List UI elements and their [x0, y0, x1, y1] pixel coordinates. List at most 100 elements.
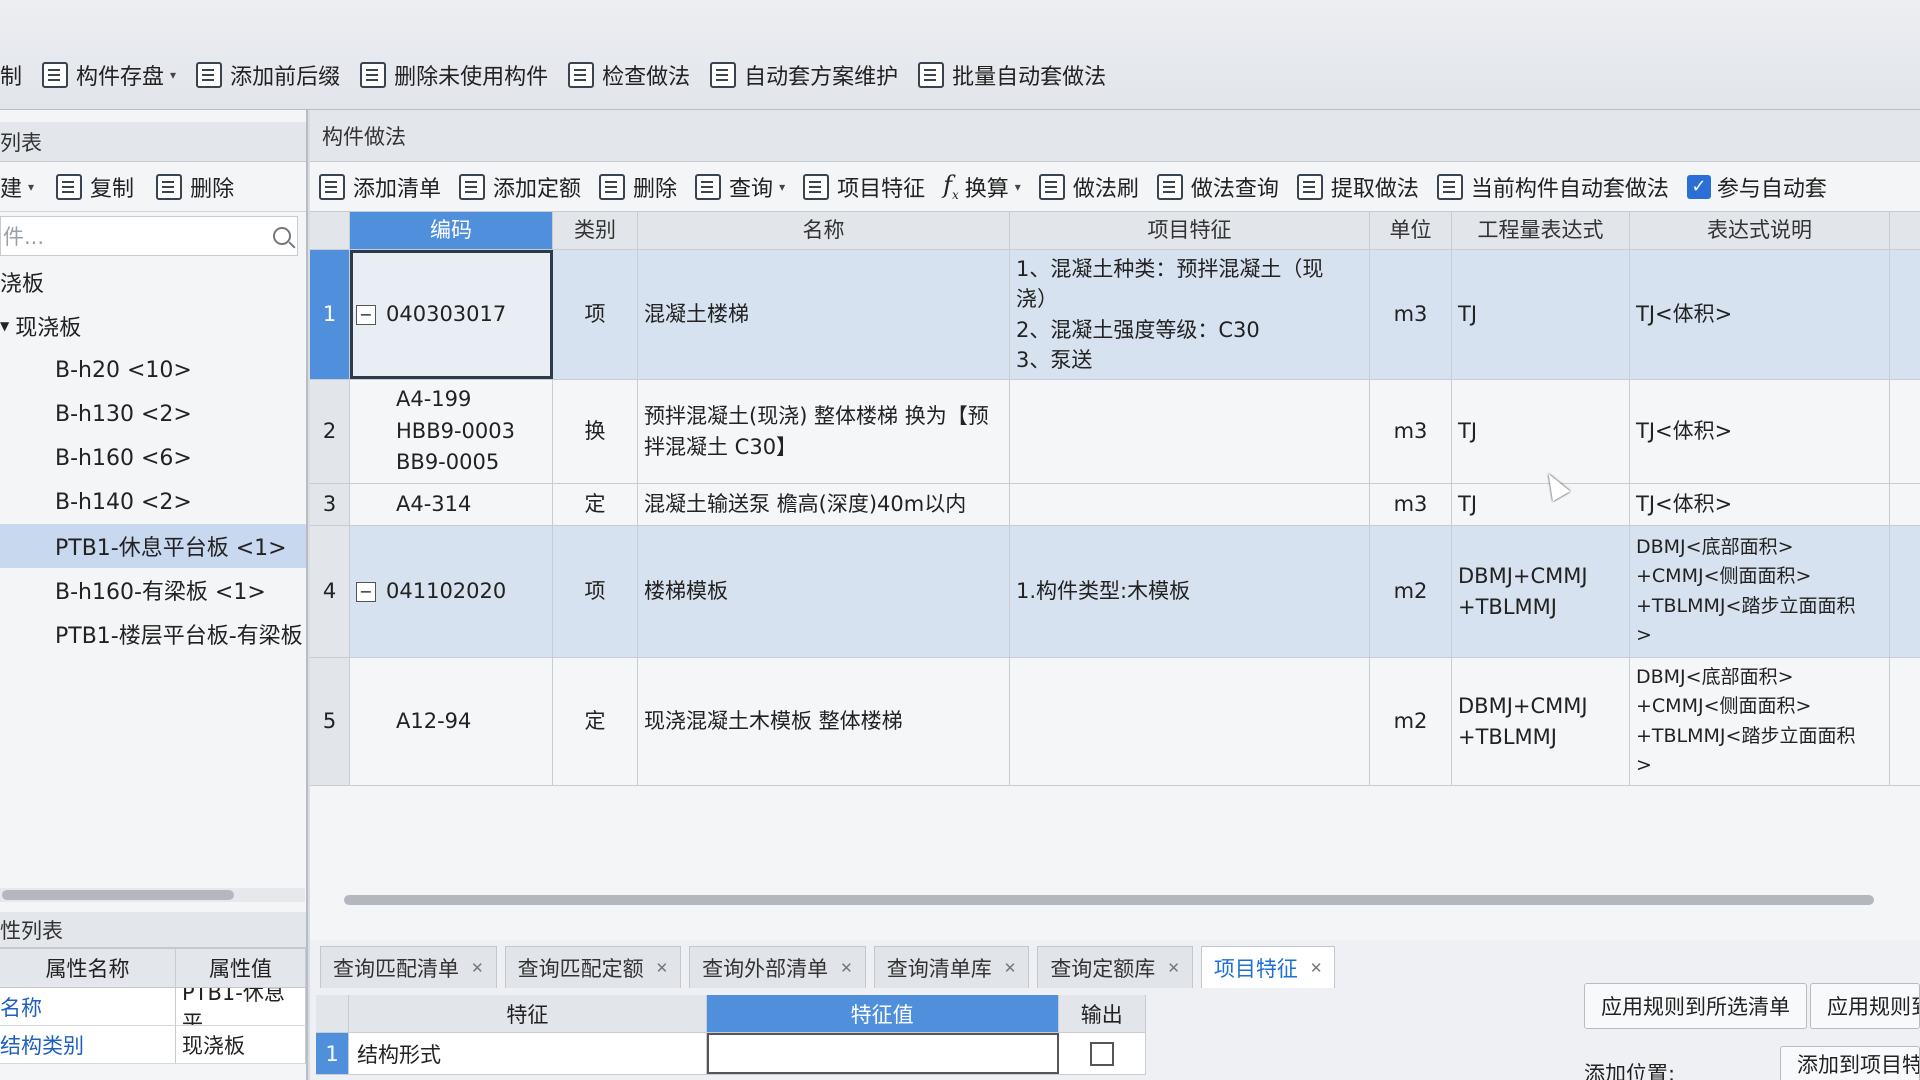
- convert-button[interactable]: fx 换算 ▾: [934, 167, 1030, 207]
- cell-expression[interactable]: TJ: [1452, 380, 1630, 483]
- add-quota-button[interactable]: 添加定额: [450, 167, 590, 207]
- header-feature-value[interactable]: 特征值: [706, 995, 1059, 1032]
- cell-code[interactable]: −041102020: [350, 526, 553, 657]
- table-row[interactable]: 2 A4-199 HBB9-0003 BB9-0005 换 预拌混凝土(现浇) …: [310, 380, 1920, 484]
- prop-value[interactable]: PTB1-休息平: [176, 988, 306, 1025]
- table-row[interactable]: 5 A12-94 定 现浇混凝土木模板 整体楼梯 m2 DBMJ+CMMJ +T…: [310, 658, 1920, 786]
- close-icon[interactable]: ✕: [1310, 959, 1323, 977]
- cell-unit[interactable]: m3: [1370, 484, 1452, 525]
- table-row[interactable]: 4 −041102020 项 楼梯模板 1.构件类型:木模板 m2 DBMJ+C…: [310, 526, 1920, 658]
- cell-code[interactable]: −040303017: [350, 250, 553, 379]
- header-feature-name[interactable]: 特征: [349, 995, 707, 1032]
- cell-description[interactable]: DBMJ<底部面积> +CMMJ<侧面面积> +TBLMMJ<踏步立面面积 >: [1630, 658, 1890, 785]
- tab-quota-library[interactable]: 查询定额库 ✕: [1037, 946, 1193, 988]
- cell-feature[interactable]: 1.构件类型:木模板: [1010, 526, 1370, 657]
- check-method-button[interactable]: 检查做法: [558, 55, 700, 95]
- cell-name[interactable]: 预拌混凝土(现浇) 整体楼梯 换为【预拌混凝土 C30】: [638, 380, 1010, 483]
- collapse-icon[interactable]: −: [356, 581, 376, 602]
- batch-auto-button[interactable]: 批量自动套做法: [908, 55, 1116, 95]
- header-type[interactable]: 类别: [553, 212, 638, 249]
- cell-code[interactable]: A4-199 HBB9-0003 BB9-0005: [350, 380, 553, 483]
- chevron-down-icon[interactable]: ▾: [170, 68, 176, 82]
- cell-type[interactable]: 定: [553, 484, 638, 525]
- cell-description[interactable]: TJ<体积>: [1630, 484, 1890, 525]
- tree-root[interactable]: 浇板: [0, 260, 306, 304]
- cell-type[interactable]: 项: [553, 526, 638, 657]
- project-feature-button[interactable]: 项目特征: [794, 167, 934, 207]
- feature-value-cell[interactable]: [706, 1033, 1059, 1074]
- tab-external-list[interactable]: 查询外部清单 ✕: [689, 946, 866, 988]
- save-component-button[interactable]: 构件存盘 ▾: [32, 55, 186, 95]
- feature-name-cell[interactable]: 结构形式: [349, 1033, 707, 1074]
- close-icon[interactable]: ✕: [1167, 959, 1180, 977]
- header-unit[interactable]: 单位: [1370, 212, 1452, 249]
- tree-item[interactable]: B-h160-有梁板 <1>: [0, 568, 306, 612]
- cell-name[interactable]: 混凝土楼梯: [638, 250, 1010, 379]
- output-cell[interactable]: [1059, 1033, 1147, 1074]
- apply-rule-selected-button[interactable]: 应用规则到所选清单: [1584, 983, 1807, 1029]
- cell-name[interactable]: 混凝土输送泵 檐高(深度)40m以内: [638, 484, 1010, 525]
- caret-down-icon[interactable]: ▼: [0, 319, 9, 333]
- cell-code[interactable]: A12-94: [350, 658, 553, 785]
- cell-name[interactable]: 楼梯模板: [638, 526, 1010, 657]
- auto-apply-current-button[interactable]: 当前构件自动套做法: [1428, 167, 1678, 207]
- cell-type[interactable]: 换: [553, 380, 638, 483]
- tree-item[interactable]: B-h160 <6>: [0, 436, 306, 480]
- cell-feature[interactable]: 1、混凝土种类：预拌混凝土（现浇） 2、混凝土强度等级：C30 3、泵送: [1010, 250, 1370, 379]
- tab-project-feature[interactable]: 项目特征 ✕: [1200, 946, 1336, 988]
- cell-unit[interactable]: m3: [1370, 250, 1452, 379]
- property-row[interactable]: 名称 PTB1-休息平: [0, 988, 306, 1026]
- cell-description[interactable]: DBMJ<底部面积> +CMMJ<侧面面积> +TBLMMJ<踏步立面面积 >: [1630, 526, 1890, 657]
- feature-row[interactable]: 1 结构形式: [316, 1033, 1147, 1075]
- chevron-down-icon[interactable]: ▾: [1015, 180, 1021, 194]
- tree-item[interactable]: PTB1-楼层平台板-有梁板: [0, 612, 306, 656]
- chevron-down-icon[interactable]: ▾: [779, 180, 785, 194]
- apply-rule-all-button[interactable]: 应用规则到: [1810, 983, 1920, 1029]
- method-brush-button[interactable]: 做法刷: [1030, 167, 1148, 207]
- collapse-icon[interactable]: −: [356, 304, 376, 325]
- row-index[interactable]: 4: [310, 526, 350, 657]
- cell-code[interactable]: A4-314: [350, 484, 553, 525]
- add-position-select[interactable]: 添加到项目特征: [1780, 1046, 1920, 1080]
- tree-item[interactable]: B-h130 <2>: [0, 392, 306, 436]
- close-icon[interactable]: ✕: [1004, 959, 1017, 977]
- new-button[interactable]: 建 ▾: [0, 167, 42, 207]
- cell-unit[interactable]: m2: [1370, 526, 1452, 657]
- add-prefix-button[interactable]: 添加前后缀: [186, 55, 350, 95]
- tree-group[interactable]: ▼ 现浇板: [0, 304, 306, 348]
- header-feature[interactable]: 项目特征: [1010, 212, 1370, 249]
- tree-item-selected[interactable]: PTB1-休息平台板 <1>: [0, 524, 306, 568]
- auto-scheme-button[interactable]: 自动套方案维护: [700, 55, 908, 95]
- cell-description[interactable]: TJ<体积>: [1630, 250, 1890, 379]
- cell-expression[interactable]: TJ: [1452, 250, 1630, 379]
- cell-expression[interactable]: DBMJ+CMMJ +TBLMMJ: [1452, 526, 1630, 657]
- delete-row-button[interactable]: 删除: [590, 167, 686, 207]
- close-icon[interactable]: ✕: [471, 959, 484, 977]
- cell-type[interactable]: 定: [553, 658, 638, 785]
- row-index[interactable]: 3: [310, 484, 350, 525]
- row-index[interactable]: 5: [310, 658, 350, 785]
- search-icon[interactable]: [273, 227, 291, 245]
- cell-feature[interactable]: [1010, 380, 1370, 483]
- cell-name[interactable]: 现浇混凝土木模板 整体楼梯: [638, 658, 1010, 785]
- delete-unused-button[interactable]: 删除未使用构件: [350, 55, 558, 95]
- cell-expression[interactable]: TJ: [1452, 484, 1630, 525]
- prop-value[interactable]: 现浇板: [176, 1026, 306, 1063]
- row-index[interactable]: 2: [310, 380, 350, 483]
- header-output[interactable]: 输出: [1059, 995, 1146, 1032]
- auto-participate-toggle[interactable]: ✓ 参与自动套: [1678, 167, 1836, 207]
- extract-method-button[interactable]: 提取做法: [1288, 167, 1428, 207]
- scrollbar-thumb[interactable]: [2, 890, 234, 900]
- cell-unit[interactable]: m2: [1370, 658, 1452, 785]
- cell-feature[interactable]: [1010, 658, 1370, 785]
- cell-description[interactable]: TJ<体积>: [1630, 380, 1890, 483]
- left-horizontal-scrollbar[interactable]: [0, 888, 305, 902]
- cell-type[interactable]: 项: [553, 250, 638, 379]
- chevron-down-icon[interactable]: ▾: [28, 180, 34, 194]
- cell-feature[interactable]: [1010, 484, 1370, 525]
- table-row[interactable]: 3 A4-314 定 混凝土输送泵 檐高(深度)40m以内 m3 TJ TJ<体…: [310, 484, 1920, 526]
- method-query-button[interactable]: 做法查询: [1148, 167, 1288, 207]
- tree-item[interactable]: B-h20 <10>: [0, 348, 306, 392]
- cut-button[interactable]: 制: [0, 55, 32, 95]
- header-expression[interactable]: 工程量表达式: [1452, 212, 1630, 249]
